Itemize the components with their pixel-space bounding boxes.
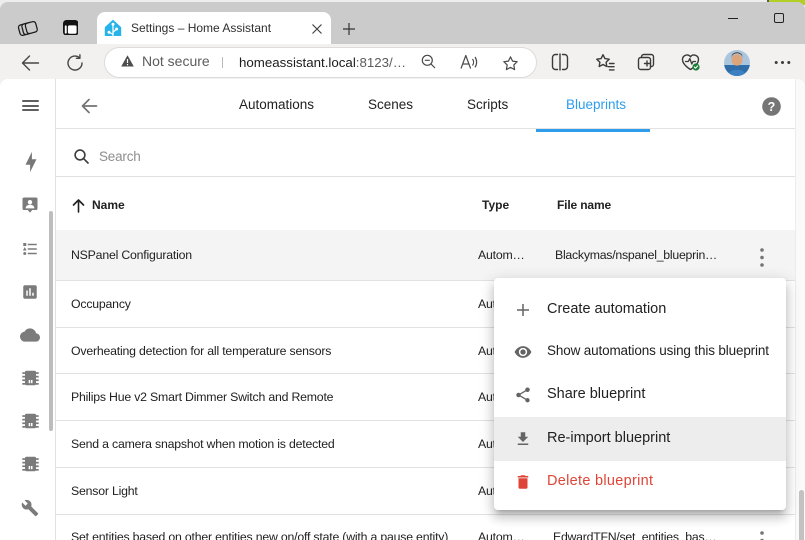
svg-text:?: ? [768,100,776,114]
